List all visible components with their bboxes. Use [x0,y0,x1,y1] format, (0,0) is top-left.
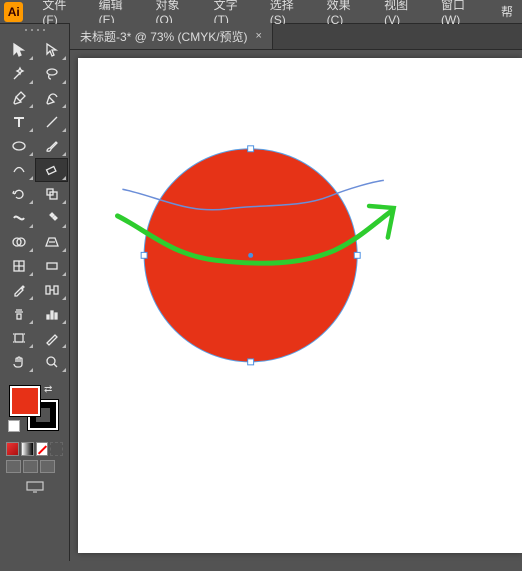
draw-behind-icon[interactable] [23,460,38,473]
menu-select[interactable]: 选择(S) [261,0,318,23]
scale-tool[interactable] [35,182,68,206]
gradient-tool[interactable] [35,254,68,278]
document-tab[interactable]: 未标题-3* @ 73% (CMYK/预览) × [70,23,273,49]
swatch-gradient[interactable] [21,442,34,456]
direct-selection-tool[interactable] [35,38,68,62]
close-icon[interactable]: × [256,30,262,42]
tab-title: 未标题-3* @ 73% (CMYK/预览) [80,28,248,45]
perspective-tool[interactable] [35,230,68,254]
width-tool[interactable] [2,206,35,230]
draw-normal-icon[interactable] [6,460,21,473]
curvature-tool[interactable] [35,86,68,110]
artboard-tool[interactable] [2,326,35,350]
menu-effect[interactable]: 效果(C) [318,0,375,23]
blend-tool[interactable] [35,278,68,302]
eraser-tool[interactable] [35,158,68,182]
selection-tool[interactable] [2,38,35,62]
pen-tool[interactable] [2,86,35,110]
swatch-none[interactable] [36,442,49,456]
draw-inside-icon[interactable] [40,460,55,473]
screen-mode-icon[interactable] [26,481,44,493]
slice-tool[interactable] [35,326,68,350]
menu-object[interactable]: 对象(O) [146,0,204,23]
zoom-tool[interactable] [35,350,68,374]
paintbrush-tool[interactable] [35,134,68,158]
ellipse-tool[interactable] [2,134,35,158]
magic-wand-tool[interactable] [2,62,35,86]
shaper-tool[interactable] [2,158,35,182]
menu-file[interactable]: 文件(F) [33,0,89,23]
canvas-artwork [78,58,522,571]
swatch-empty[interactable] [50,442,63,456]
hand-tool[interactable] [2,350,35,374]
color-well[interactable]: ⇄ [0,382,69,440]
tools-panel: ⇄ [0,24,70,561]
panel-grip[interactable] [0,24,69,36]
menu-text[interactable]: 文字(T) [205,0,261,23]
line-tool[interactable] [35,110,68,134]
shape-builder-tool[interactable] [2,230,35,254]
menu-view[interactable]: 视图(V) [375,0,432,23]
app-logo: Ai [4,2,23,22]
artboard[interactable] [78,58,522,553]
fill-color[interactable] [10,386,40,416]
menu-edit[interactable]: 编辑(E) [90,0,147,23]
type-tool[interactable] [2,110,35,134]
symbol-sprayer-tool[interactable] [2,302,35,326]
mesh-tool[interactable] [2,254,35,278]
lasso-tool[interactable] [35,62,68,86]
column-graph-tool[interactable] [35,302,68,326]
rotate-tool[interactable] [2,182,35,206]
menu-help[interactable]: 帮 [492,0,522,23]
menu-window[interactable]: 窗口(W) [432,0,492,23]
free-transform-tool[interactable] [35,206,68,230]
eyedropper-tool[interactable] [2,278,35,302]
default-colors-icon[interactable] [8,420,20,432]
swap-colors-icon[interactable]: ⇄ [44,384,52,395]
swatch-color[interactable] [6,442,19,456]
